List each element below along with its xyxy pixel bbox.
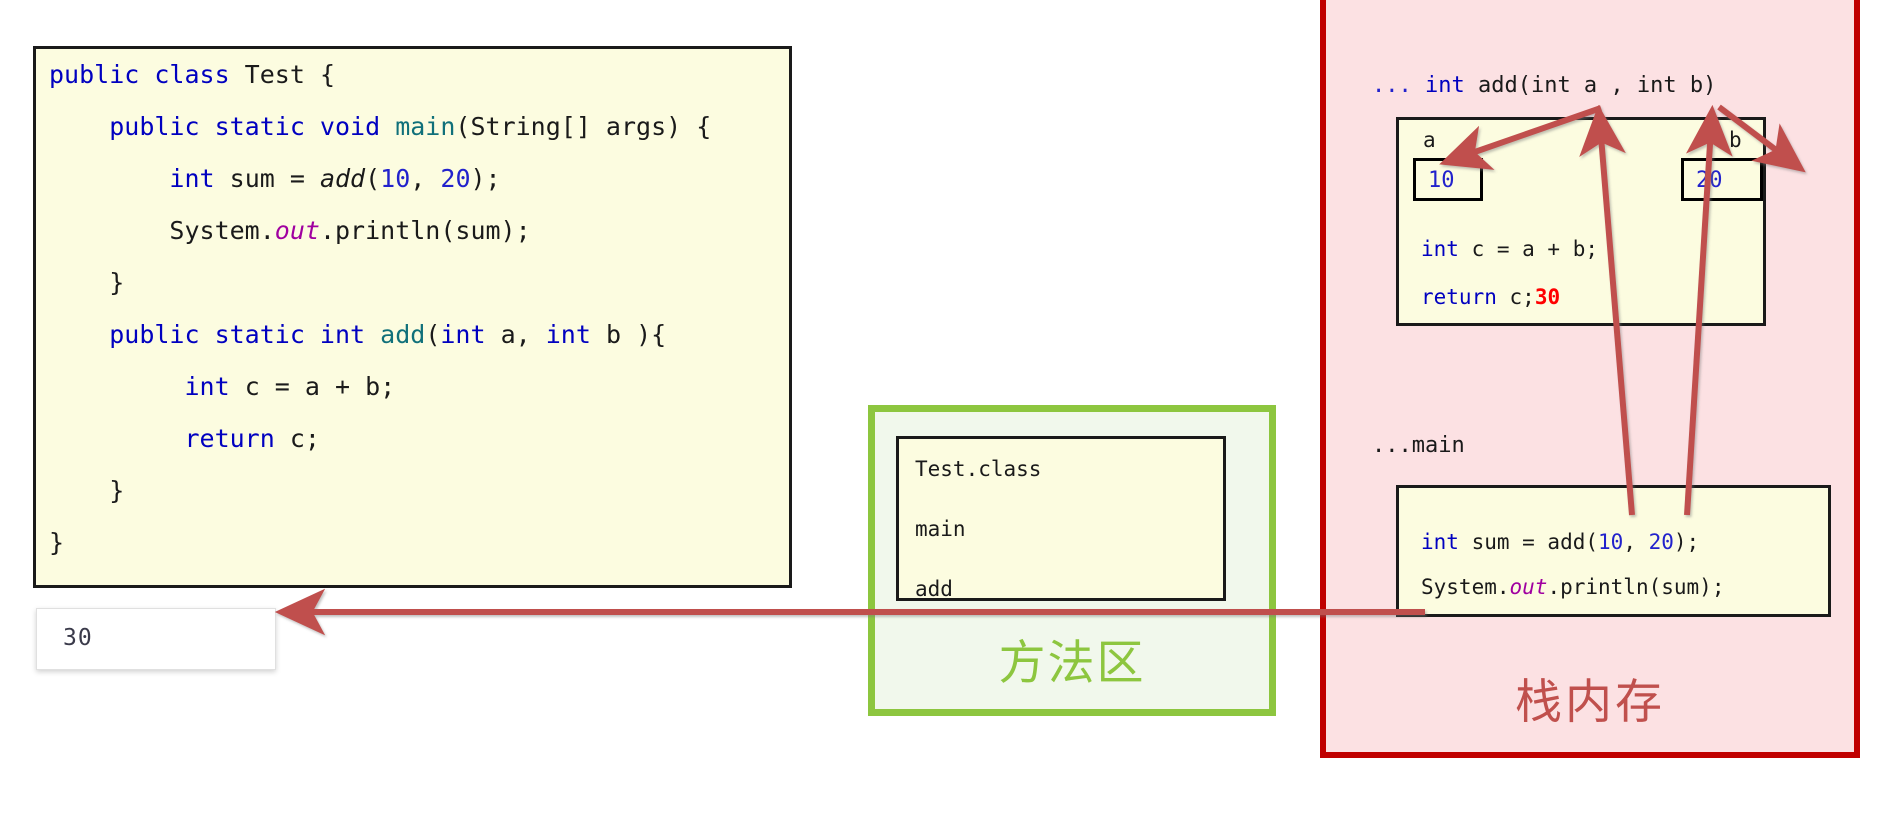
code-token: ); [470,164,501,193]
code-token: public static int [109,320,381,349]
code-token: 10 [380,164,411,193]
code-line: } [36,465,789,517]
method-area-panel: Test.class main add 方法区 [868,405,1276,716]
code-token: return [184,424,290,453]
add-frame-code-line: return c;30 [1399,273,1560,321]
code-token: , [1623,530,1649,554]
code-token: out [274,216,320,245]
code-token: out [1509,575,1548,599]
main-frame-code-line: int sum = add(10, 20); [1399,518,1699,566]
console-output-value: 30 [63,625,93,651]
code-token: public static void [109,112,396,141]
stack-memory-panel: ... int add(int a , int b) a 10 b 20 int… [1320,0,1860,758]
code-token: 30 [1534,285,1561,309]
code-token: 20 [440,164,471,193]
code-token: 10 [1598,530,1624,554]
code-token: .println(sum); [319,216,531,245]
code-token: Test [244,60,305,89]
variable-label-a: a [1423,128,1436,152]
code-line: return c; [36,413,789,465]
code-line: } [36,257,789,309]
code-token: main [395,112,456,141]
code-token: System. [49,216,275,245]
code-line: } [36,517,789,569]
code-token: ( [365,164,381,193]
code-token: (String[] args) { [455,112,712,141]
add-frame-code-line: int c = a + b; [1399,225,1598,273]
variable-value-a: 10 [1428,168,1455,193]
code-token: , [410,164,441,193]
code-line: public static void main(String[] args) { [36,101,789,153]
code-token: c = a + b; [244,372,396,401]
code-token: int [1424,73,1478,98]
code-token: ); [1673,530,1700,554]
code-token: ... [1372,73,1425,98]
code-token: sum = [229,164,320,193]
code-token: System. [1421,575,1510,599]
code-token: ...main [1372,433,1465,458]
method-area-entry: main [915,517,966,541]
code-token: int [1421,530,1472,554]
code-token: ( [425,320,441,349]
code-token: .println(sum); [1547,575,1725,599]
variable-slot-b: 20 [1681,158,1763,201]
code-token: c = a + b; [1471,237,1599,261]
method-area-entry: add [915,577,953,601]
code-token: { [304,60,335,89]
code-token: int [440,320,501,349]
code-line: int sum = add(10, 20); [36,153,789,205]
code-line: System.out.println(sum); [36,205,789,257]
code-token: int [1421,237,1472,261]
code-line: public class Test { [36,49,789,101]
code-line: int c = a + b; [36,361,789,413]
code-token: a, [500,320,546,349]
code-token: } [49,268,125,297]
stack-memory-label: 栈内存 [1515,675,1665,730]
code-token: int [169,164,230,193]
method-area-label: 方法区 [998,636,1146,691]
code-token: add [380,320,426,349]
source-code-panel: public class Test { public static void m… [33,46,792,588]
code-token: } [49,476,125,505]
code-token: c; [1509,285,1535,309]
code-token: int [184,372,245,401]
variable-value-b: 20 [1696,168,1723,193]
method-area-entry: Test.class [915,457,1042,481]
code-token: return [1421,285,1510,309]
code-token: add(int a , int b) [1477,73,1717,98]
main-stack-frame: int sum = add(10, 20); System.out.printl… [1396,485,1831,617]
code-line: public static int add(int a, int b ){ [36,309,789,361]
code-token: 20 [1648,530,1674,554]
variable-slot-a: 10 [1413,158,1483,201]
method-area-class-box: Test.class main add [896,436,1226,601]
code-token: } [49,528,65,557]
code-token: int [545,320,606,349]
code-token: c; [289,424,320,453]
main-frame-code-line: System.out.println(sum); [1399,563,1724,611]
code-token: public class [49,60,245,89]
console-output-box: 30 [36,608,276,670]
main-frame-title: ...main [1372,433,1465,458]
code-token: add [319,164,366,193]
variable-label-b: b [1729,128,1742,152]
code-token: sum = add( [1471,530,1599,554]
add-frame-signature: ... int add(int a , int b) [1372,73,1716,98]
code-token: b ){ [605,320,667,349]
add-stack-frame: a 10 b 20 int c = a + b; return c;30 [1396,117,1766,326]
